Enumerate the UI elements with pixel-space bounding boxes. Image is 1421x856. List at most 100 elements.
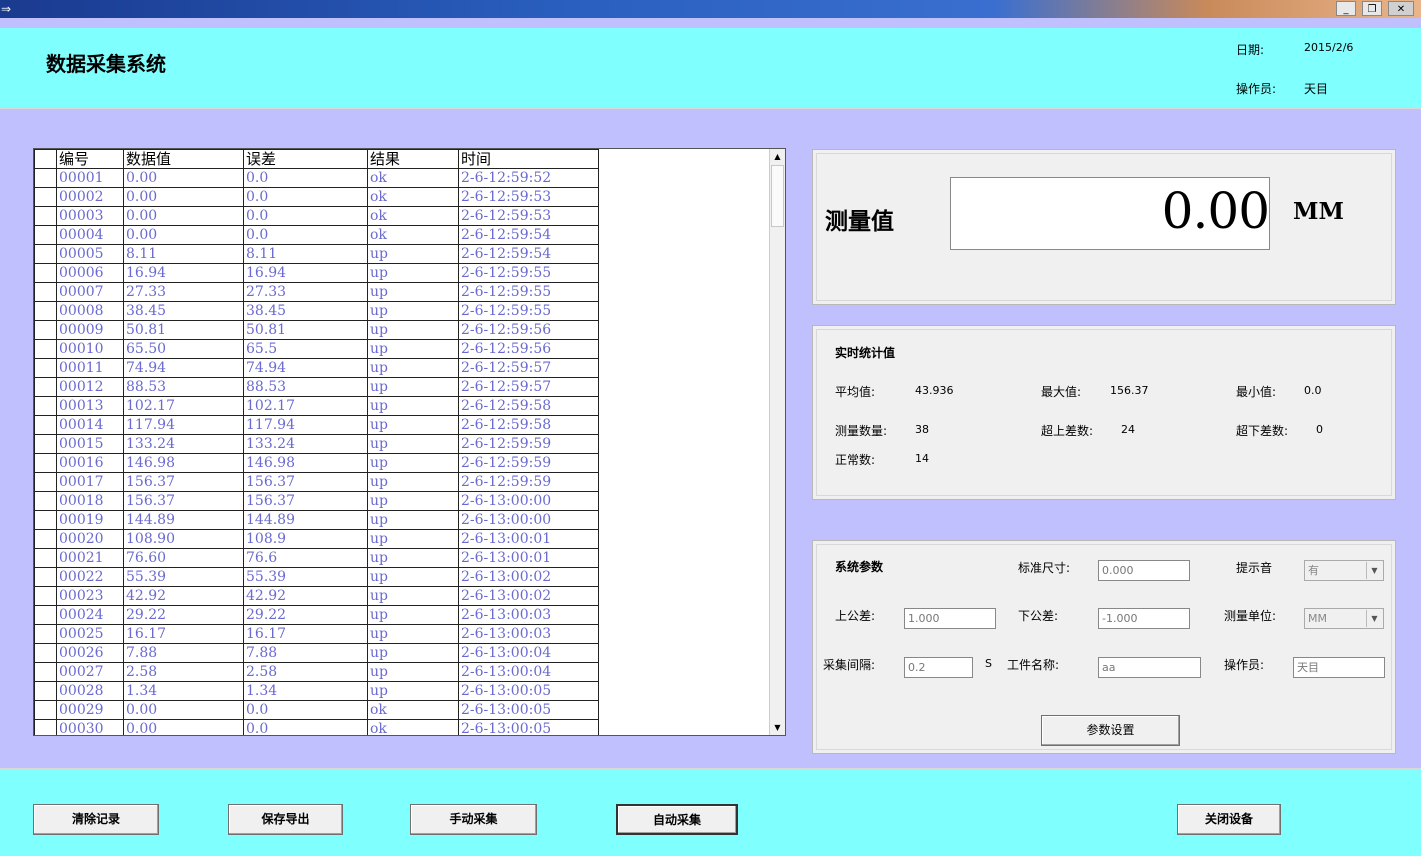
table-row[interactable]: 00019 144.89 144.89 up 2-6-13:00:00 xyxy=(34,510,599,530)
row-selector[interactable] xyxy=(34,643,57,663)
row-selector[interactable] xyxy=(34,320,57,340)
table-row[interactable]: 00028 1.34 1.34 up 2-6-13:00:05 xyxy=(34,681,599,701)
table-row[interactable]: 00016 146.98 146.98 up 2-6-12:59:59 xyxy=(34,453,599,473)
table-row[interactable]: 00026 7.88 7.88 up 2-6-13:00:04 xyxy=(34,643,599,663)
row-selector[interactable] xyxy=(34,358,57,378)
params-operator-input[interactable]: 天目 xyxy=(1293,657,1385,678)
row-selector[interactable] xyxy=(34,339,57,359)
cell-id: 00020 xyxy=(56,529,124,549)
column-header-value[interactable]: 数据值 xyxy=(123,149,244,169)
row-selector[interactable] xyxy=(34,472,57,492)
row-selector[interactable] xyxy=(34,681,57,701)
table-row[interactable]: 00021 76.60 76.6 up 2-6-13:00:01 xyxy=(34,548,599,568)
table-row[interactable]: 00015 133.24 133.24 up 2-6-12:59:59 xyxy=(34,434,599,454)
row-selector[interactable] xyxy=(34,529,57,549)
table-row[interactable]: 00008 38.45 38.45 up 2-6-12:59:55 xyxy=(34,301,599,321)
row-selector[interactable] xyxy=(34,605,57,625)
auto-collect-button[interactable]: 自动采集 xyxy=(616,804,738,835)
row-selector[interactable] xyxy=(34,491,57,511)
table-row[interactable]: 00014 117.94 117.94 up 2-6-12:59:58 xyxy=(34,415,599,435)
minimize-button[interactable]: _ xyxy=(1336,1,1356,16)
restore-button[interactable]: ❐ xyxy=(1362,1,1382,16)
manual-collect-button[interactable]: 手动采集 xyxy=(410,804,537,835)
row-selector[interactable] xyxy=(34,662,57,682)
row-selector[interactable] xyxy=(34,624,57,644)
column-header-error[interactable]: 误差 xyxy=(243,149,368,169)
column-header-id[interactable]: 编号 xyxy=(56,149,124,169)
scroll-thumb[interactable] xyxy=(771,165,784,227)
column-header-result[interactable]: 结果 xyxy=(367,149,459,169)
row-selector[interactable] xyxy=(34,434,57,454)
row-selector[interactable] xyxy=(34,719,57,735)
row-selector[interactable] xyxy=(34,263,57,283)
table-row[interactable]: 00004 0.00 0.0 ok 2-6-12:59:54 xyxy=(34,225,599,245)
scroll-down-arrow-icon[interactable]: ▼ xyxy=(770,720,785,735)
row-selector[interactable] xyxy=(34,377,57,397)
cell-error: 108.9 xyxy=(243,529,368,549)
table-row[interactable]: 00022 55.39 55.39 up 2-6-13:00:02 xyxy=(34,567,599,587)
beep-select[interactable]: 有 ▼ xyxy=(1304,560,1384,581)
table-row[interactable]: 00009 50.81 50.81 up 2-6-12:59:56 xyxy=(34,320,599,340)
interval-label: 采集间隔: xyxy=(823,658,876,672)
table-row[interactable]: 00020 108.90 108.9 up 2-6-13:00:01 xyxy=(34,529,599,549)
part-name-input[interactable]: aa xyxy=(1098,657,1201,678)
table-row[interactable]: 00017 156.37 156.37 up 2-6-12:59:59 xyxy=(34,472,599,492)
row-selector[interactable] xyxy=(34,244,57,264)
table-row[interactable]: 00010 65.50 65.5 up 2-6-12:59:56 xyxy=(34,339,599,359)
std-size-input[interactable]: 0.000 xyxy=(1098,560,1190,581)
cell-time: 2-6-12:59:58 xyxy=(458,396,599,416)
scroll-up-arrow-icon[interactable]: ▲ xyxy=(770,149,785,164)
table-row[interactable]: 00023 42.92 42.92 up 2-6-13:00:02 xyxy=(34,586,599,606)
lower-tol-input[interactable]: -1.000 xyxy=(1098,608,1190,629)
row-selector[interactable] xyxy=(34,700,57,720)
table-row[interactable]: 00030 0.00 0.0 ok 2-6-13:00:05 xyxy=(34,719,599,735)
close-window-button[interactable]: ✕ xyxy=(1388,1,1414,16)
table-row[interactable]: 00029 0.00 0.0 ok 2-6-13:00:05 xyxy=(34,700,599,720)
row-selector-header[interactable] xyxy=(34,149,57,169)
table-scrollbar[interactable]: ▲ ▼ xyxy=(769,149,785,735)
cell-time: 2-6-12:59:56 xyxy=(458,339,599,359)
date-label: 日期: xyxy=(1236,43,1265,57)
table-row[interactable]: 00012 88.53 88.53 up 2-6-12:59:57 xyxy=(34,377,599,397)
cell-value: 117.94 xyxy=(123,415,244,435)
save-export-button[interactable]: 保存导出 xyxy=(228,804,343,835)
table-row[interactable]: 00018 156.37 156.37 up 2-6-13:00:00 xyxy=(34,491,599,511)
data-table[interactable]: 编号 数据值 误差 结果 时间 00001 0.00 0.0 ok 2-6-12:59:… xyxy=(33,148,786,736)
table-row[interactable]: 00027 2.58 2.58 up 2-6-13:00:04 xyxy=(34,662,599,682)
operator-value: 天目 xyxy=(1304,82,1329,96)
upper-tol-input[interactable]: 1.000 xyxy=(904,608,996,629)
cell-time: 2-6-12:59:53 xyxy=(458,206,599,226)
table-row[interactable]: 00007 27.33 27.33 up 2-6-12:59:55 xyxy=(34,282,599,302)
cell-result: up xyxy=(367,643,459,663)
row-selector[interactable] xyxy=(34,206,57,226)
row-selector[interactable] xyxy=(34,396,57,416)
chevron-down-icon[interactable]: ▼ xyxy=(1366,610,1382,627)
row-selector[interactable] xyxy=(34,453,57,473)
unit-select[interactable]: MM ▼ xyxy=(1304,608,1384,629)
chevron-down-icon[interactable]: ▼ xyxy=(1366,562,1382,579)
interval-input[interactable]: 0.2 xyxy=(904,657,973,678)
clear-records-button[interactable]: 清除记录 xyxy=(33,804,159,835)
row-selector[interactable] xyxy=(34,510,57,530)
row-selector[interactable] xyxy=(34,567,57,587)
row-selector[interactable] xyxy=(34,301,57,321)
column-header-time[interactable]: 时间 xyxy=(458,149,599,169)
row-selector[interactable] xyxy=(34,225,57,245)
row-selector[interactable] xyxy=(34,282,57,302)
table-row[interactable]: 00025 16.17 16.17 up 2-6-13:00:03 xyxy=(34,624,599,644)
table-row[interactable]: 00002 0.00 0.0 ok 2-6-12:59:53 xyxy=(34,187,599,207)
row-selector[interactable] xyxy=(34,168,57,188)
apply-params-button[interactable]: 参数设置 xyxy=(1041,715,1180,746)
close-device-button[interactable]: 关闭设备 xyxy=(1177,804,1281,835)
table-row[interactable]: 00001 0.00 0.0 ok 2-6-12:59:52 xyxy=(34,168,599,188)
row-selector[interactable] xyxy=(34,548,57,568)
table-row[interactable]: 00024 29.22 29.22 up 2-6-13:00:03 xyxy=(34,605,599,625)
table-row[interactable]: 00011 74.94 74.94 up 2-6-12:59:57 xyxy=(34,358,599,378)
row-selector[interactable] xyxy=(34,187,57,207)
row-selector[interactable] xyxy=(34,586,57,606)
row-selector[interactable] xyxy=(34,415,57,435)
table-row[interactable]: 00003 0.00 0.0 ok 2-6-12:59:53 xyxy=(34,206,599,226)
table-row[interactable]: 00006 16.94 16.94 up 2-6-12:59:55 xyxy=(34,263,599,283)
table-row[interactable]: 00005 8.11 8.11 up 2-6-12:59:54 xyxy=(34,244,599,264)
table-row[interactable]: 00013 102.17 102.17 up 2-6-12:59:58 xyxy=(34,396,599,416)
